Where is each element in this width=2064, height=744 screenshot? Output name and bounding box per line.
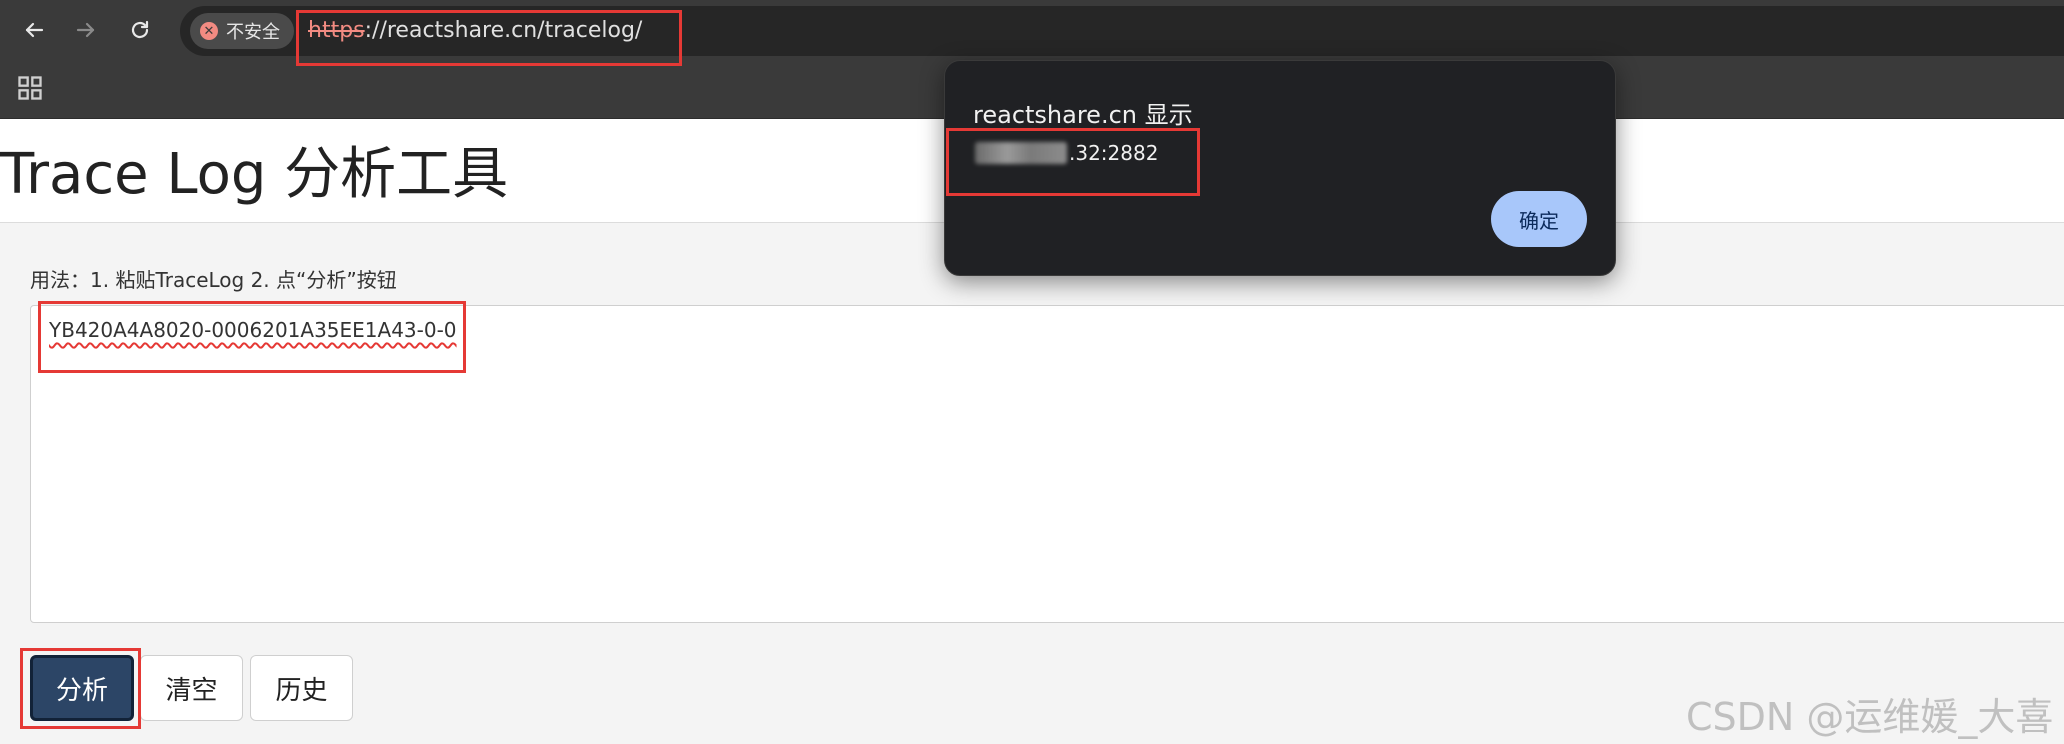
dialog-message: .32:2882: [975, 141, 1158, 165]
dialog-message-text: .32:2882: [1069, 141, 1159, 165]
forward-button[interactable]: [64, 10, 108, 50]
usage-instructions: 用法：1. 粘贴TraceLog 2. 点“分析”按钮: [30, 268, 397, 292]
history-button[interactable]: 历史: [250, 655, 353, 721]
url-scheme: https: [308, 18, 365, 43]
tracelog-value: YB420A4A8020-0006201A35EE1A43-0-0: [49, 318, 457, 342]
analyze-button[interactable]: 分析: [30, 655, 134, 721]
arrow-right-icon: [76, 22, 95, 38]
dialog-title: reactshare.cn 显示: [973, 101, 1193, 129]
url-path: ://reactshare.cn/tracelog/: [364, 18, 643, 43]
clear-button[interactable]: 清空: [140, 655, 243, 721]
url-text[interactable]: https://reactshare.cn/tracelog/: [308, 14, 642, 48]
arrow-left-icon: [25, 22, 44, 38]
alert-dialog: reactshare.cn 显示 .32:2882 确定: [944, 60, 1616, 276]
page-title: Trace Log 分析工具: [0, 142, 509, 207]
tracelog-textarea[interactable]: YB420A4A8020-0006201A35EE1A43-0-0: [30, 305, 2064, 623]
security-chip[interactable]: ✕ 不安全: [190, 13, 294, 49]
apps-grid-icon[interactable]: [16, 74, 44, 102]
not-secure-icon: ✕: [200, 22, 218, 40]
watermark: CSDN @运维媛_大喜: [1686, 695, 2054, 739]
reload-icon: [131, 20, 149, 39]
redacted-ip-mask: [975, 142, 1067, 164]
address-bar[interactable]: ✕ 不安全 https://reactshare.cn/tracelog/: [180, 6, 2064, 56]
browser-toolbar: ✕ 不安全 https://reactshare.cn/tracelog/: [0, 0, 2064, 60]
ok-button[interactable]: 确定: [1491, 191, 1587, 247]
reload-button[interactable]: [118, 10, 162, 50]
back-button[interactable]: [12, 10, 56, 50]
security-label: 不安全: [226, 22, 280, 43]
